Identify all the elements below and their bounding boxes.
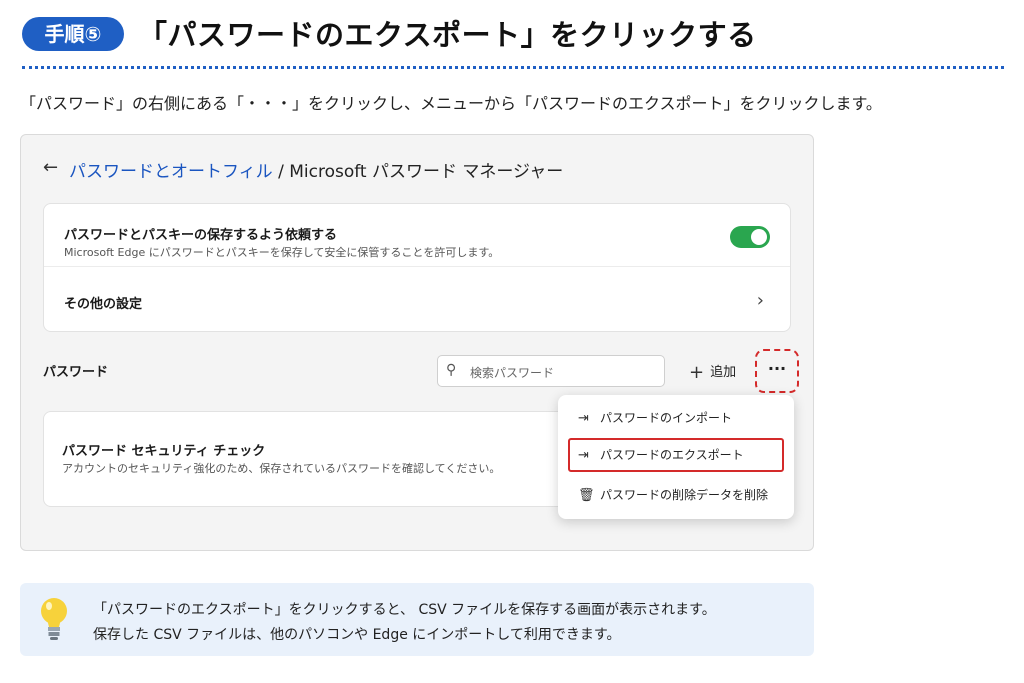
breadcrumb-separator: / [272,162,290,182]
breadcrumb-link-autofill[interactable]: パスワードとオートフィル [69,162,273,182]
import-icon: ⇥ [578,411,589,426]
add-label: 追加 [710,365,737,380]
trash-icon: 🗑 [578,488,595,503]
more-options-menu: ⇥ パスワードのインポート ⇥ パスワードのエクスポート 🗑 パスワードの削除データを… [558,395,794,519]
more-options-button[interactable]: ··· [755,349,799,393]
breadcrumb: パスワードとオートフィル / Microsoft パスワード マネージャー [69,157,563,182]
export-icon: ⇥ [578,448,589,463]
instruction-text: 「パスワード」の右側にある「・・・」をクリックし、メニューから「パスワードのエク… [20,94,882,113]
arrow-left-icon[interactable]: ← [43,157,58,178]
add-password-button[interactable]: + 追加 [689,361,736,383]
step-badge: 手順⑤ [22,17,124,51]
tip-box: 「パスワードのエクスポート」をクリックすると、 CSV ファイルを保存する画面が… [20,583,814,656]
passwords-section-label: パスワード [43,365,109,380]
plus-icon: + [689,362,705,383]
other-settings-label[interactable]: その他の設定 [64,293,142,312]
menu-item-label: パスワードのインポート [600,411,733,425]
tip-line-2: 保存した CSV ファイルは、他のパソコンや Edge にインポートして利用でき… [93,627,621,643]
dotted-divider [22,66,1004,69]
chevron-right-icon[interactable]: › [757,290,764,311]
menu-item-export[interactable]: ⇥ パスワードのエクスポート [568,438,784,472]
tip-line-1: 「パスワードのエクスポート」をクリックすると、 CSV ファイルを保存する画面が… [93,602,716,618]
menu-item-label: パスワードの削除データを削除 [600,488,769,502]
security-check-card[interactable]: パスワード セキュリティ チェック アカウントのセキュリティ強化のため、保存され… [43,411,583,507]
password-search-input[interactable]: ⚲ 検索パスワード [437,355,665,387]
settings-card: パスワードとパスキーの保存するよう依頼する Microsoft Edge にパス… [43,203,791,332]
menu-item-label: パスワードのエクスポート [600,448,744,462]
save-passwords-toggle[interactable] [730,226,770,248]
save-request-title: パスワードとパスキーの保存するよう依頼する [64,228,338,243]
menu-item-delete[interactable]: 🗑 パスワードの削除データを削除 [568,478,784,512]
lightbulb-icon [41,598,67,640]
menu-item-import[interactable]: ⇥ パスワードのインポート [568,401,784,435]
security-check-title: パスワード セキュリティ チェック [62,444,266,459]
page-title: 「パスワードのエクスポート」をクリックする [138,18,757,52]
edge-settings-screenshot: ← パスワードとオートフィル / Microsoft パスワード マネージャー … [20,134,814,551]
search-icon: ⚲ [446,362,457,378]
card-divider [44,266,790,267]
security-check-description: アカウントのセキュリティ強化のため、保存されているパスワードを確認してください。 [62,462,501,475]
toggle-knob [751,229,767,245]
search-placeholder: 検索パスワード [470,366,555,380]
save-request-description: Microsoft Edge にパスワードとパスキーを保存して安全に保管すること… [64,246,500,259]
breadcrumb-current: Microsoft パスワード マネージャー [289,162,564,182]
